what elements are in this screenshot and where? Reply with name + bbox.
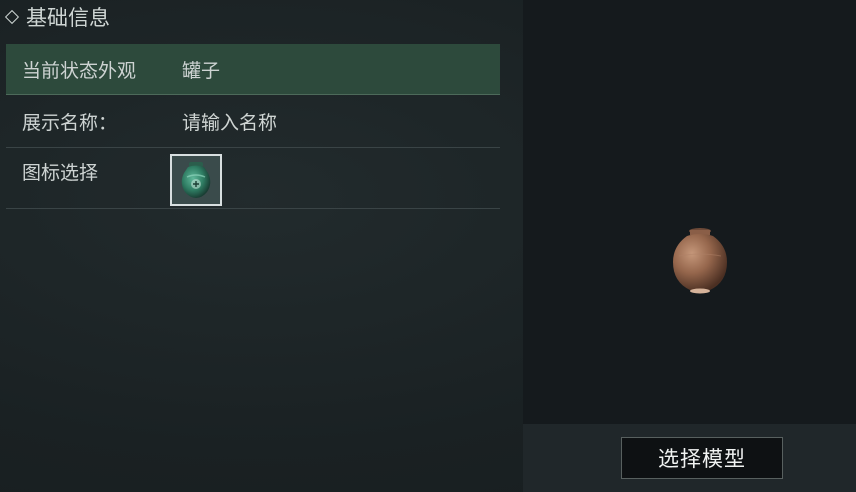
appearance-value[interactable]: 罐子	[166, 56, 500, 83]
section-title: 基础信息	[26, 6, 110, 30]
display-name-input[interactable]: 请输入名称	[166, 108, 500, 135]
display-name-row: 展示名称： 请输入名称	[6, 95, 500, 148]
diamond-icon	[4, 9, 20, 25]
select-model-button[interactable]: 选择模型	[621, 437, 783, 479]
model-preview-panel	[523, 0, 856, 424]
settings-window: 基础信息 当前状态外观 罐子 展示名称： 请输入名称 图标选择 选择模型	[0, 0, 856, 492]
section-header: 基础信息	[4, 3, 110, 31]
jar-model-preview	[673, 228, 727, 294]
preview-action-bar: 选择模型	[523, 424, 856, 492]
appearance-label: 当前状态外观	[22, 59, 137, 82]
green-jar-icon	[181, 162, 211, 198]
icon-select-row: 图标选择	[6, 148, 500, 209]
basic-info-panel: 基础信息 当前状态外观 罐子 展示名称： 请输入名称 图标选择	[0, 0, 522, 492]
property-rows: 当前状态外观 罐子 展示名称： 请输入名称 图标选择	[6, 44, 500, 209]
icon-select-slot[interactable]	[170, 154, 222, 206]
appearance-row[interactable]: 当前状态外观 罐子	[6, 44, 500, 95]
display-name-label: 展示名称：	[22, 111, 118, 134]
icon-select-label: 图标选择	[22, 162, 99, 184]
